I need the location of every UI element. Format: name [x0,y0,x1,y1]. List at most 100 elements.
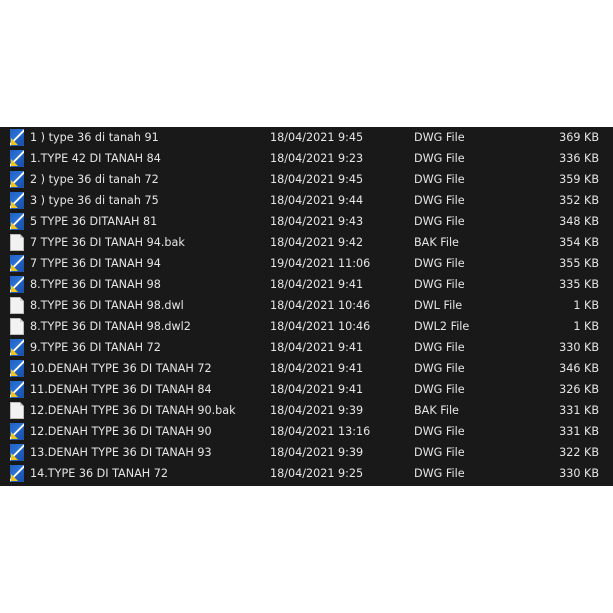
file-type: BAK File [414,404,459,417]
file-row[interactable]: 8.TYPE 36 DI TANAH 98 18/04/2021 9:41 DWG … [0,274,613,295]
file-date-modified: 18/04/2021 10:46 [270,320,371,333]
file-name: 1.TYPE 42 DI TANAH 84 [30,152,161,165]
dwg-icon-yellow-part [11,432,18,439]
file-date-modified: 18/04/2021 13:16 [270,425,371,438]
file-row[interactable]: 11.DENAH TYPE 36 DI TANAH 84 18/04/2021 9… [0,379,613,400]
file-row[interactable]: 8.TYPE 36 DI TANAH 98.dwl 18/04/2021 10:4… [0,295,613,316]
dwg-icon-yellow-part [11,138,18,145]
file-date-modified: 18/04/2021 9:43 [270,215,364,228]
file-type: DWG File [414,446,465,459]
file-name: 8.TYPE 36 DI TANAH 98.dwl2 [30,320,191,333]
file-size: 331 KB [559,425,599,438]
file-type: DWL File [414,299,463,312]
dwg-icon-yellow-part [11,285,18,292]
file-type: DWG File [414,278,465,291]
dwg-icon-yellow-part [11,474,18,481]
file-size: 335 KB [559,278,599,291]
file-row[interactable]: 2 ) type 36 di tanah 72 18/04/2021 9:45 DW… [0,169,613,190]
dwg-icon-yellow-part [11,369,18,376]
file-type: DWL2 File [414,320,470,333]
file-name: 2 ) type 36 di tanah 72 [30,173,159,186]
dwg-icon-yellow-part [11,348,18,355]
file-row[interactable]: 13.DENAH TYPE 36 DI TANAH 93 18/04/2021 9… [0,442,613,463]
file-name: 10.DENAH TYPE 36 DI TANAH 72 [30,362,212,375]
generic-file-icon [10,318,24,335]
dwg-file-icon [10,276,24,293]
dwg-file-icon [10,444,24,461]
file-row[interactable]: 9.TYPE 36 DI TANAH 72 18/04/2021 9:41 DWG … [0,337,613,358]
file-type: BAK File [414,236,459,249]
file-type: DWG File [414,215,465,228]
file-size: 346 KB [559,362,599,375]
dwg-file-icon [10,171,24,188]
generic-file-icon [10,234,24,251]
file-size: 1 KB [573,320,599,333]
dwg-file-icon [10,255,24,272]
dwg-file-icon [10,150,24,167]
generic-file-icon [10,402,24,419]
file-row[interactable]: 14.TYPE 36 DI TANAH 72 18/04/2021 9:25 DWG… [0,463,613,484]
dwg-icon-yellow-part [11,390,18,397]
file-type: DWG File [414,341,465,354]
file-size: 1 KB [573,299,599,312]
file-row[interactable]: 8.TYPE 36 DI TANAH 98.dwl2 18/04/2021 10:… [0,316,613,337]
file-row[interactable]: 3 ) type 36 di tanah 75 18/04/2021 9:44 DW… [0,190,613,211]
file-size: 322 KB [559,446,599,459]
dwg-icon-yellow-part [11,453,18,460]
file-row[interactable]: 5 TYPE 36 DITANAH 81 18/04/2021 9:43 DWG F… [0,211,613,232]
dwg-file-icon [10,465,24,482]
file-date-modified: 18/04/2021 9:45 [270,173,364,186]
file-date-modified: 18/04/2021 9:41 [270,278,364,291]
file-size: 326 KB [559,383,599,396]
file-size: 336 KB [559,152,599,165]
dwg-file-icon [10,360,24,377]
file-row[interactable]: 1.TYPE 42 DI TANAH 84 18/04/2021 9:23 DWG … [0,148,613,169]
dwg-icon-yellow-part [11,159,18,166]
file-type: DWG File [414,131,465,144]
file-name: 11.DENAH TYPE 36 DI TANAH 84 [30,383,212,396]
file-date-modified: 18/04/2021 9:42 [270,236,364,249]
file-date-modified: 18/04/2021 9:45 [270,131,364,144]
file-size: 354 KB [559,236,599,249]
file-name: 5 TYPE 36 DITANAH 81 [30,215,158,228]
dwg-file-icon [10,129,24,146]
file-date-modified: 18/04/2021 9:23 [270,152,364,165]
file-size: 355 KB [559,257,599,270]
file-name: 12.DENAH TYPE 36 DI TANAH 90 [30,425,212,438]
file-row[interactable]: 12.DENAH TYPE 36 DI TANAH 90.bak 18/04/20… [0,400,613,421]
file-row[interactable]: 10.DENAH TYPE 36 DI TANAH 72 18/04/2021 9… [0,358,613,379]
file-name: 7 TYPE 36 DI TANAH 94.bak [30,236,185,249]
file-row[interactable]: 7 TYPE 36 DI TANAH 94 19/04/2021 11:06 DWG… [0,253,613,274]
file-date-modified: 18/04/2021 9:41 [270,341,364,354]
dwg-file-icon [10,423,24,440]
dwg-file-icon [10,339,24,356]
file-size: 331 KB [559,404,599,417]
dwg-file-icon [10,381,24,398]
file-size: 352 KB [559,194,599,207]
file-type: DWG File [414,257,465,270]
file-date-modified: 18/04/2021 9:25 [270,467,364,480]
generic-file-icon [10,297,24,314]
file-name: 9.TYPE 36 DI TANAH 72 [30,341,161,354]
dwg-file-icon [10,192,24,209]
file-date-modified: 18/04/2021 9:39 [270,404,364,417]
file-date-modified: 18/04/2021 9:44 [270,194,364,207]
file-date-modified: 19/04/2021 11:06 [270,257,371,270]
file-type: DWG File [414,467,465,480]
file-size: 348 KB [559,215,599,228]
dwg-icon-yellow-part [11,264,18,271]
dwg-icon-yellow-part [11,201,18,208]
file-name: 14.TYPE 36 DI TANAH 72 [30,467,168,480]
file-row[interactable]: 1 ) type 36 di tanah 91 18/04/2021 9:45 DW… [0,127,613,148]
file-date-modified: 18/04/2021 10:46 [270,299,371,312]
file-row[interactable]: 7 TYPE 36 DI TANAH 94.bak 18/04/2021 9:42… [0,232,613,253]
file-name: 8.TYPE 36 DI TANAH 98 [30,278,161,291]
file-type: DWG File [414,362,465,375]
file-date-modified: 18/04/2021 9:41 [270,362,364,375]
file-list-panel: 1 ) type 36 di tanah 91 18/04/2021 9:45 DW… [0,127,613,486]
file-row[interactable]: 12.DENAH TYPE 36 DI TANAH 90 18/04/2021 1… [0,421,613,442]
file-date-modified: 18/04/2021 9:39 [270,446,364,459]
file-name: 13.DENAH TYPE 36 DI TANAH 93 [30,446,212,459]
file-type: DWG File [414,383,465,396]
file-name: 7 TYPE 36 DI TANAH 94 [30,257,161,270]
